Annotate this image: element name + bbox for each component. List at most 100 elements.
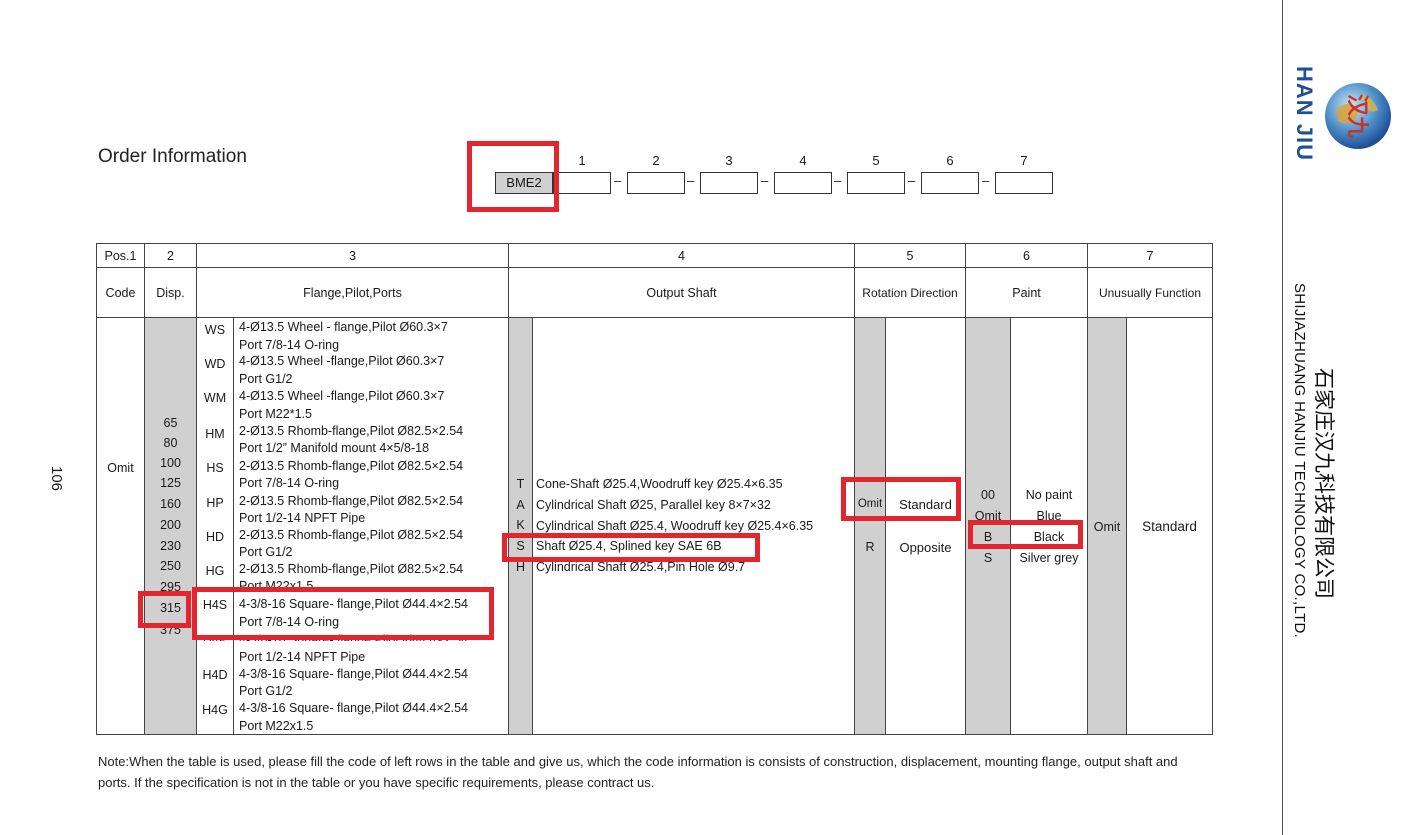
order-code-box-7: [995, 172, 1053, 194]
globe-logo-icon: 汉九: [1322, 80, 1394, 152]
order-code-box-1: [553, 172, 611, 194]
shaft-code: K: [516, 518, 525, 532]
header-label: Disp.: [156, 286, 185, 300]
note-text: Note:When the table is used, please fill…: [98, 754, 1178, 790]
header-label: Flange,Pilot,Ports: [303, 286, 402, 300]
flange-line2: Port 1/2-14 NPFT Pipe: [239, 650, 366, 664]
flange-code: WS: [204, 323, 226, 337]
displacement: 65: [163, 416, 178, 430]
displacement: 100: [160, 456, 181, 470]
flange-code: H4D: [202, 668, 228, 682]
flange-line1: 2-Ø13.5 Rhomb-flange,Pilot Ø82.5×2.54: [239, 494, 464, 508]
flange-line1: 2-Ø13.5 Rhomb-flange,Pilot Ø82.5×2.54: [239, 459, 464, 473]
table-border: [96, 317, 1213, 318]
header-label: Paint: [1012, 286, 1041, 300]
flange-line2: Port 7/8-14 O-ring: [239, 476, 340, 490]
table-border: [532, 318, 533, 734]
table-border: [96, 243, 1213, 244]
flange-line1: 2-Ø13.5 Rhomb-flange,Pilot Ø82.5×2.54: [239, 424, 464, 438]
flange-line2: Port 7/8-14 O-ring: [239, 338, 340, 352]
svg-text:汉九: 汉九: [1344, 94, 1369, 138]
shaft-code: T: [516, 477, 525, 491]
table-border: [96, 267, 1213, 268]
table-border: [885, 318, 886, 734]
dash: –: [908, 173, 916, 188]
flange-line1: 4-3/8-16 Square- flange,Pilot Ø44.4×2.54: [239, 667, 468, 681]
header-label: Unusually Function: [1098, 286, 1202, 300]
flange-line2: Port G1/2: [239, 372, 293, 386]
dash: –: [982, 173, 990, 188]
header-pos: 3: [349, 249, 356, 263]
flange-line1: 2-Ø13.5 Rhomb-flange,Pilot Ø82.5×2.54: [239, 562, 464, 576]
header-label: Output Shaft: [646, 286, 717, 300]
flange-code: WD: [204, 357, 226, 371]
dash: –: [614, 173, 622, 188]
flange-line1: 4-3/8-16 Square- flange,Pilot Ø44.4×2.54: [239, 701, 468, 715]
header-label: Rotation Direction: [862, 286, 958, 300]
flange-line2: Port M22*1.5: [239, 407, 312, 421]
rotation-code: R: [865, 540, 875, 554]
page-number: 106: [48, 465, 66, 492]
dash: –: [687, 173, 695, 188]
paint-desc: Silver grey: [1019, 551, 1079, 565]
brand-chinese-name: 石家庄汉九科技有限公司: [1312, 368, 1335, 599]
position-number: 4: [799, 153, 807, 168]
flange-line1: 4-Ø13.5 Wheel - flange,Pilot Ø60.3×7: [239, 320, 448, 334]
position-number: 5: [872, 153, 880, 168]
displacement: 200: [160, 518, 181, 532]
dash: –: [834, 173, 842, 188]
flange-code: HD: [205, 530, 225, 544]
flange-line2: Port M22x1.5: [239, 719, 314, 733]
displacement: 160: [160, 497, 181, 511]
order-code-box-4: [774, 172, 832, 194]
unusual-desc: Standard: [1142, 519, 1197, 534]
flange-line2: Port G1/2: [239, 684, 293, 698]
header-pos: 4: [678, 249, 685, 263]
flange-code: HG: [205, 564, 225, 578]
header-pos: 2: [167, 249, 174, 263]
highlight-displacement: [138, 591, 191, 628]
brand-english-name: SHIJIAZHUANG HANJIU TECHNOLOGY CO.,LTD.: [1291, 283, 1308, 639]
flange-line1: 2-Ø13.5 Rhomb-flange,Pilot Ø82.5×2.54: [239, 528, 464, 542]
highlight-paint: [968, 520, 1083, 549]
shade-rotation-code: [855, 318, 885, 734]
order-code-box-6: [921, 172, 979, 194]
shaft-desc: Cylindrical Shaft Ø25, Parallel key 8×7×…: [536, 498, 771, 512]
flange-code: HP: [206, 496, 224, 510]
header-pos: 5: [906, 249, 914, 263]
header-label: Code: [105, 286, 136, 300]
code-omit: Omit: [107, 461, 134, 475]
position-number: 3: [725, 153, 733, 168]
header-pos: 6: [1023, 249, 1030, 263]
shaft-code: H: [515, 560, 526, 574]
position-number: 6: [946, 153, 954, 168]
flange-line1: 4-Ø13.5 Wheel -flange,Pilot Ø60.3×7: [239, 389, 445, 403]
dash: –: [761, 173, 769, 188]
rotation-desc: Opposite: [899, 540, 952, 555]
header-pos: Pos.1: [104, 249, 137, 263]
table-border: [233, 318, 234, 734]
table-border: [96, 243, 97, 735]
flange-line2: Port 1/2-14 NPFT Pipe: [239, 511, 366, 525]
unusual-code: Omit: [1093, 520, 1121, 534]
displacement: 125: [160, 476, 181, 490]
flange-line1: 4-Ø13.5 Wheel -flange,Pilot Ø60.3×7: [239, 354, 445, 368]
position-number: 7: [1020, 153, 1028, 168]
highlight-flange: [192, 587, 494, 640]
flange-code: HM: [205, 427, 225, 441]
flange-code: H4G: [202, 703, 228, 717]
shaft-desc: Cylindrical Shaft Ø25.4,Pin Hole Ø9.7: [536, 560, 746, 574]
flange-code: WM: [203, 391, 227, 405]
paint-code: 00: [981, 488, 995, 502]
flange-line2: Port 1/2” Manifold mount 4×5/8-18: [239, 441, 430, 455]
displacement: 230: [160, 539, 181, 553]
shaft-code: A: [516, 498, 525, 512]
shaft-desc: Cylindrical Shaft Ø25.4, Woodruff key Ø2…: [536, 519, 814, 533]
displacement: 250: [160, 559, 181, 573]
brand-name: HAN JIU: [1292, 66, 1317, 162]
order-code-box-5: [847, 172, 905, 194]
position-number: 2: [652, 153, 660, 168]
table-border: [196, 243, 197, 735]
side-divider: [1282, 0, 1283, 835]
highlight-rotation: [841, 477, 961, 521]
